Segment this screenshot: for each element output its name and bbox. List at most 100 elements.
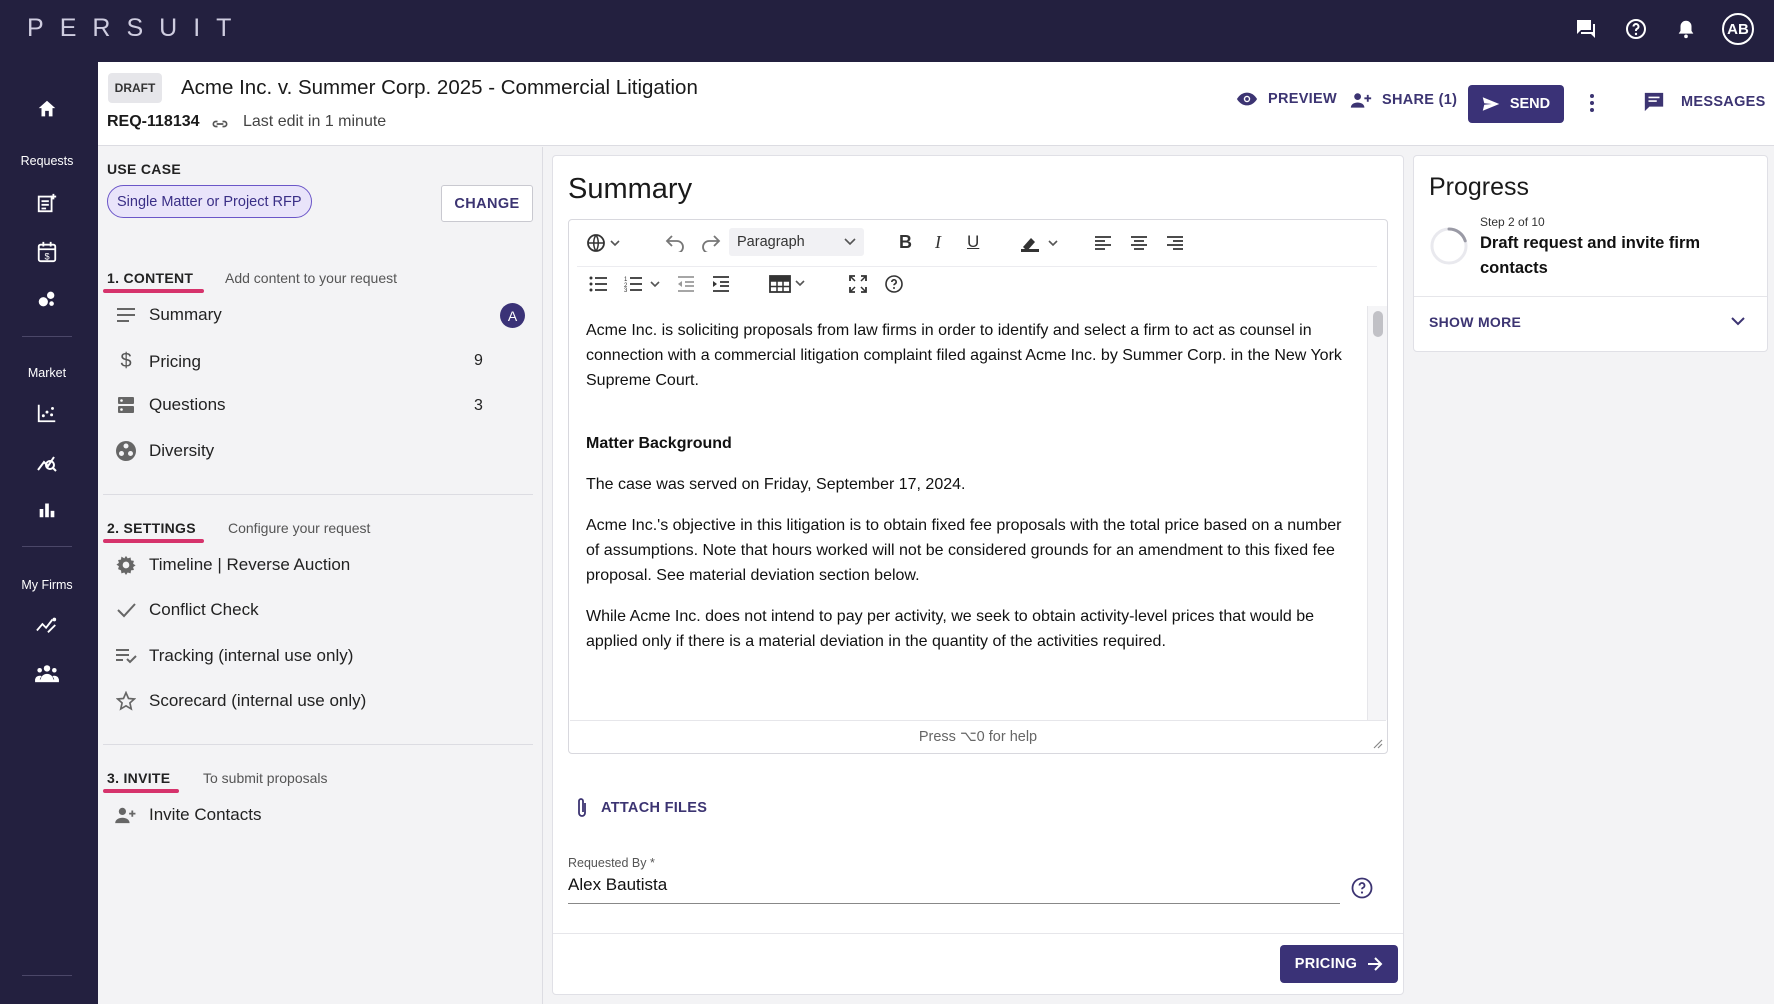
bell-icon[interactable] bbox=[1672, 15, 1700, 43]
nav-item-scorecard[interactable]: Scorecard (internal use only) bbox=[115, 691, 366, 711]
logo-letter: S bbox=[126, 14, 146, 42]
section-title-content: 1. CONTENT bbox=[107, 270, 194, 286]
editor-help-text: Press ⌥0 for help bbox=[918, 728, 1038, 745]
arrow-right-icon bbox=[1368, 957, 1383, 971]
section-title-settings: 2. SETTINGS bbox=[107, 520, 196, 536]
send-label: SEND bbox=[1509, 96, 1551, 112]
eye-icon bbox=[1236, 92, 1258, 106]
help-icon[interactable] bbox=[1622, 15, 1650, 43]
persuit-logo[interactable]: P E R S U I T bbox=[27, 14, 233, 43]
nav-item-conflict-check[interactable]: Conflict Check bbox=[115, 600, 259, 620]
editor-toolbar-row-2: 123 bbox=[569, 266, 1387, 306]
bubbles-icon[interactable] bbox=[0, 288, 94, 310]
indent-icon[interactable] bbox=[712, 276, 730, 292]
summary-paragraph: Acme Inc.'s objective in this litigation… bbox=[586, 517, 1342, 584]
section-divider bbox=[103, 744, 533, 745]
bar-chart-icon[interactable] bbox=[0, 498, 94, 520]
nav-item-timeline[interactable]: Timeline | Reverse Auction bbox=[115, 555, 350, 575]
bold-icon[interactable]: B bbox=[899, 232, 912, 253]
gear-icon bbox=[115, 555, 137, 575]
preview-button[interactable]: PREVIEW bbox=[1236, 91, 1337, 107]
svg-text:$: $ bbox=[44, 251, 49, 261]
section-subtitle-invite: To submit proposals bbox=[203, 770, 328, 786]
scrollbar-thumb[interactable] bbox=[1373, 311, 1383, 337]
messages-button[interactable]: MESSAGES bbox=[1643, 91, 1766, 113]
section-subtitle-content: Add content to your request bbox=[225, 270, 397, 286]
attach-files-button[interactable]: ATTACH FILES bbox=[575, 797, 707, 819]
link-icon[interactable] bbox=[210, 114, 230, 134]
align-left-icon[interactable] bbox=[1094, 235, 1112, 251]
home-icon[interactable] bbox=[0, 98, 94, 120]
share-button[interactable]: SHARE (1) bbox=[1350, 91, 1457, 109]
change-use-case-button[interactable]: CHANGE bbox=[441, 185, 533, 222]
fullscreen-icon[interactable] bbox=[849, 275, 867, 293]
section-divider bbox=[103, 494, 533, 495]
calendar-dollar-icon[interactable]: $ bbox=[0, 240, 94, 264]
italic-icon[interactable]: I bbox=[935, 232, 941, 253]
logo-letter: R bbox=[92, 14, 113, 42]
diversity-icon bbox=[115, 440, 137, 462]
logo-letter: T bbox=[216, 14, 234, 42]
send-button[interactable]: SEND bbox=[1468, 85, 1564, 123]
highlight-icon[interactable] bbox=[1020, 234, 1060, 252]
resize-handle-icon[interactable] bbox=[1373, 739, 1383, 749]
bullet-list-icon[interactable] bbox=[589, 276, 607, 292]
new-request-icon[interactable] bbox=[0, 192, 94, 214]
language-icon[interactable] bbox=[587, 234, 621, 252]
top-bar: P E R S U I T AB bbox=[0, 0, 1774, 62]
questions-list-icon bbox=[115, 396, 137, 414]
nav-item-invite-contacts[interactable]: Invite Contacts bbox=[115, 805, 261, 825]
underline-icon[interactable]: U bbox=[967, 232, 979, 252]
chat-icon[interactable] bbox=[1572, 15, 1600, 43]
messages-label: MESSAGES bbox=[1681, 94, 1766, 110]
table-icon[interactable] bbox=[769, 275, 807, 293]
next-pricing-button[interactable]: PRICING bbox=[1280, 945, 1398, 983]
nav-item-questions[interactable]: Questions bbox=[115, 395, 226, 415]
page-title: Acme Inc. v. Summer Corp. 2025 - Commerc… bbox=[181, 76, 698, 99]
firms-group-icon[interactable] bbox=[0, 662, 94, 684]
editor-help-icon[interactable] bbox=[885, 275, 903, 293]
requested-by-field[interactable]: Alex Bautista bbox=[568, 866, 1340, 904]
nav-item-tracking[interactable]: Tracking (internal use only) bbox=[115, 646, 353, 666]
outdent-icon[interactable] bbox=[677, 276, 695, 292]
undo-icon[interactable] bbox=[665, 234, 685, 252]
editor-content[interactable]: Acme Inc. is soliciting proposals from l… bbox=[570, 306, 1366, 720]
check-icon bbox=[115, 602, 137, 618]
paragraph-style-value: Paragraph bbox=[737, 234, 805, 250]
redo-icon[interactable] bbox=[701, 234, 721, 252]
scatter-chart-icon[interactable] bbox=[0, 402, 94, 424]
progress-divider bbox=[1414, 296, 1767, 297]
notes-icon bbox=[115, 307, 137, 323]
align-right-icon[interactable] bbox=[1166, 235, 1184, 251]
section-underline bbox=[103, 539, 204, 543]
avatar[interactable]: AB bbox=[1722, 13, 1754, 45]
next-button-label: PRICING bbox=[1294, 956, 1358, 972]
chevron-down-icon[interactable] bbox=[1731, 316, 1745, 326]
nav-item-summary[interactable]: Summary bbox=[115, 305, 222, 325]
nav-label-requests: Requests bbox=[20, 154, 74, 168]
nav-item-label: Questions bbox=[149, 395, 226, 414]
summary-heading: Matter Background bbox=[586, 435, 732, 452]
nav-item-diversity[interactable]: Diversity bbox=[115, 440, 214, 462]
align-center-icon[interactable] bbox=[1130, 235, 1148, 251]
paragraph-style-select[interactable]: Paragraph bbox=[729, 228, 864, 256]
svg-text:3: 3 bbox=[624, 288, 628, 292]
summary-title: Summary bbox=[568, 173, 693, 205]
summary-card: Summary Paragraph B I U 1 2 3 Acme Inc. … bbox=[552, 155, 1404, 995]
nav-item-pricing[interactable]: $ Pricing bbox=[115, 350, 201, 373]
firm-performance-icon[interactable] bbox=[0, 614, 94, 636]
requested-by-help-icon[interactable] bbox=[1351, 877, 1373, 899]
numbered-list-icon[interactable]: 123 bbox=[624, 276, 662, 292]
more-options-icon[interactable] bbox=[1589, 93, 1595, 113]
editor-scrollbar[interactable] bbox=[1367, 306, 1387, 720]
rich-text-editor: Paragraph B I U 1 2 3 Acme Inc. is solic… bbox=[568, 219, 1388, 754]
nav-item-label: Invite Contacts bbox=[149, 805, 262, 824]
nav-divider bbox=[22, 336, 72, 337]
nav-item-label: Timeline | Reverse Auction bbox=[149, 555, 351, 574]
summary-paragraph: While Acme Inc. does not intend to pay p… bbox=[586, 608, 1315, 650]
progress-description: Draft request and invite firm contacts bbox=[1480, 234, 1701, 277]
nav-item-label: Conflict Check bbox=[149, 600, 259, 619]
progress-card: Progress Step 2 of 10 Draft request and … bbox=[1413, 155, 1768, 352]
analytics-search-icon[interactable] bbox=[0, 450, 94, 474]
show-more-button[interactable]: SHOW MORE bbox=[1429, 314, 1521, 330]
